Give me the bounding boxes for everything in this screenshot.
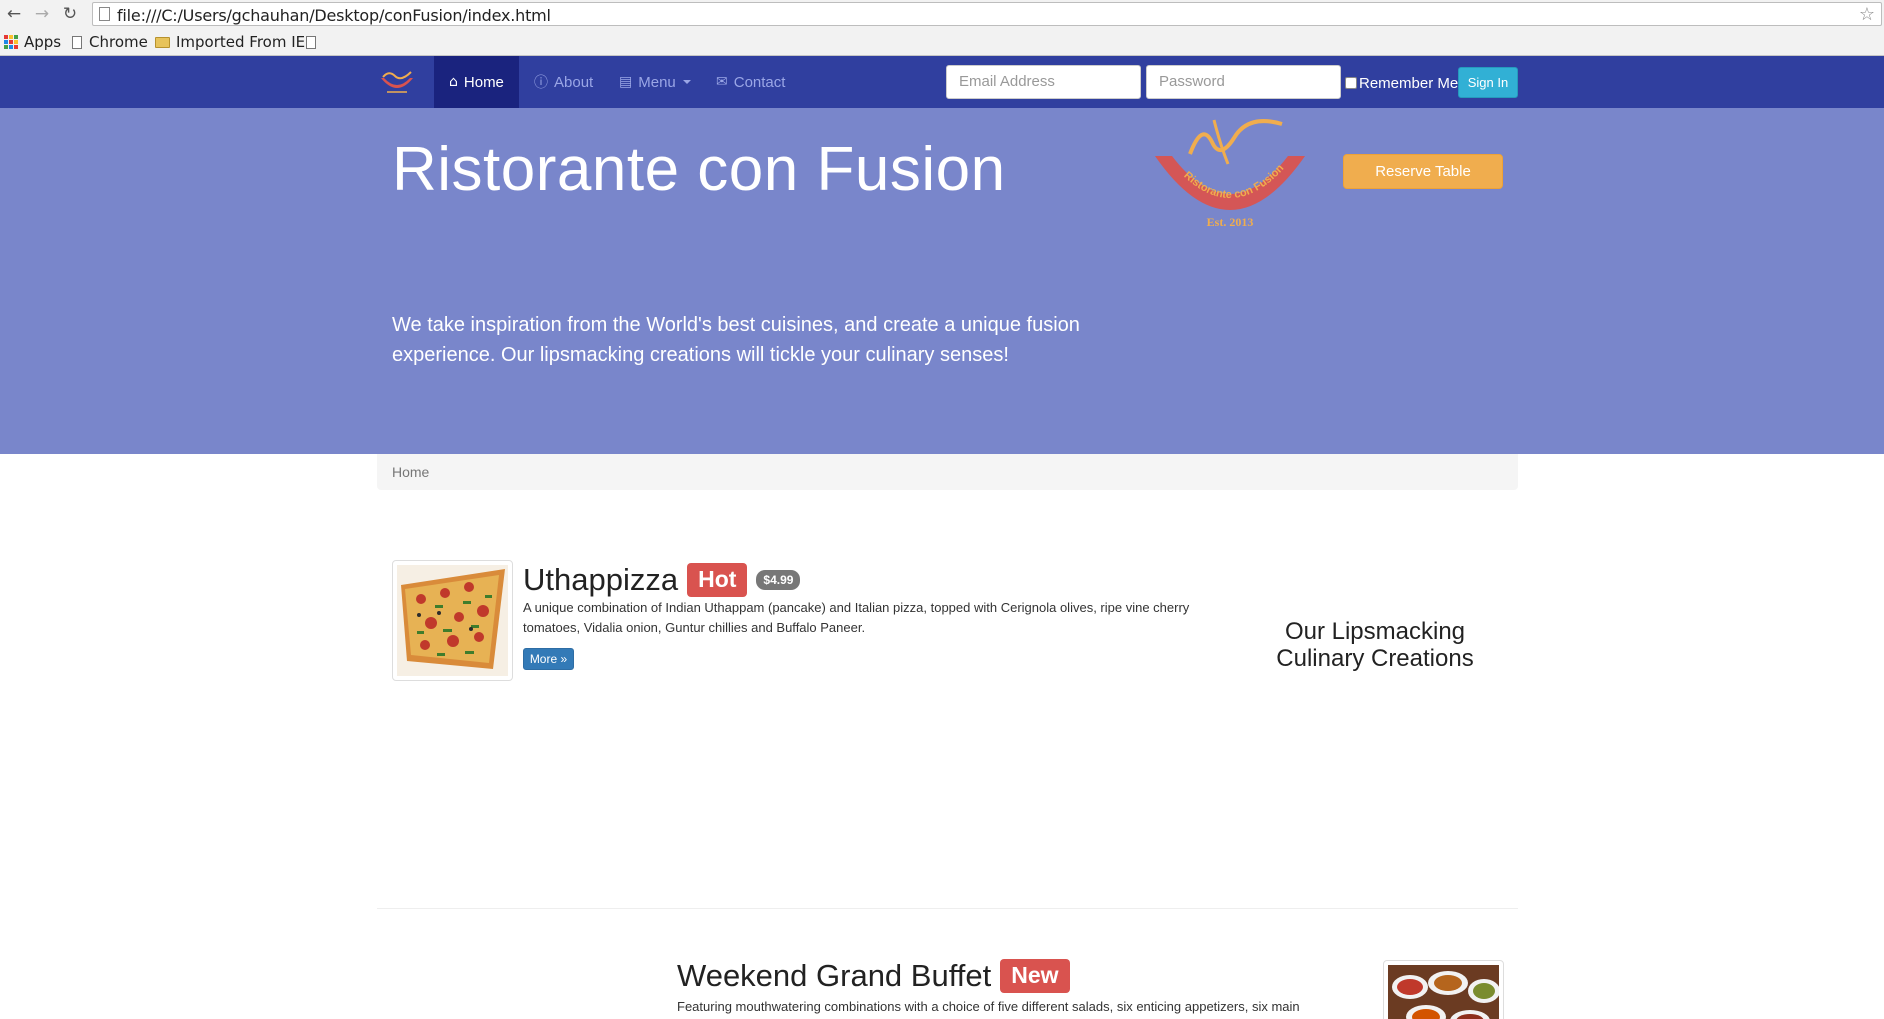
reserve-table-button[interactable]: Reserve Table <box>1343 154 1503 189</box>
remember-checkbox[interactable] <box>1345 77 1357 89</box>
nav-about[interactable]: ⓘ About <box>534 56 593 108</box>
dish-title: Uthappizza <box>523 562 679 597</box>
bookmark-label: Apps <box>24 33 62 51</box>
uthappizza-image[interactable] <box>392 560 513 681</box>
page-icon <box>99 7 110 21</box>
bookmark-untitled[interactable] <box>306 32 323 52</box>
back-arrow-icon[interactable]: ← <box>4 4 24 24</box>
bookmark-label: Imported From IE <box>176 33 306 51</box>
browser-toolbar: ← → ↻ file:///C:/Users/gchauhan/Desktop/… <box>0 0 1884 28</box>
hot-label: Hot <box>687 563 748 597</box>
nav-label: About <box>554 73 594 91</box>
home-icon: ⌂ <box>449 74 458 90</box>
dish-heading: Uthappizza Hot $4.99 <box>523 558 801 602</box>
promotion-title: Weekend Grand Buffet <box>677 958 992 993</box>
info-icon: ⓘ <box>534 75 548 91</box>
reload-icon[interactable]: ↻ <box>60 4 80 24</box>
jumbotron: Ristorante con Fusion Ristorante con Fus… <box>0 108 1884 454</box>
nav-label: Menu <box>638 73 676 91</box>
tagline: We take inspiration from the World's bes… <box>392 314 1080 366</box>
new-label: New <box>1000 959 1070 993</box>
more-button[interactable]: More » <box>523 648 574 670</box>
site-navbar: ⌂ Home ⓘ About ▤ Menu ✉ Contact Email Ad… <box>0 56 1884 108</box>
nav-label: Home <box>463 73 504 91</box>
breadcrumb: Home <box>377 454 1518 490</box>
section-heading: Our Lipsmacking Culinary Creations <box>1276 618 1474 672</box>
bookmarks-bar: Apps Chrome Imported From IE <box>0 28 1884 56</box>
row-divider <box>377 908 1518 909</box>
nav-label: Contact <box>733 73 786 91</box>
nav-home[interactable]: ⌂ Home <box>434 56 519 108</box>
pizza-image-icon <box>397 565 508 676</box>
page-icon <box>306 35 316 49</box>
list-icon: ▤ <box>619 74 633 90</box>
logo-est-text: Est. 2013 <box>1207 215 1254 229</box>
folder-icon <box>155 36 170 48</box>
bookmark-imported-from-ie[interactable]: Imported From IE <box>155 32 305 52</box>
breadcrumb-home: Home <box>392 464 430 480</box>
forward-arrow-icon[interactable]: → <box>32 4 52 24</box>
remember-me[interactable]: Remember Me <box>1345 74 1459 92</box>
bookmark-chrome[interactable]: Chrome <box>72 32 148 52</box>
address-bar[interactable]: file:///C:/Users/gchauhan/Desktop/conFus… <box>92 2 1882 26</box>
envelope-icon: ✉ <box>716 74 728 90</box>
email-input[interactable]: Email Address <box>946 65 1141 99</box>
promotion-heading: Weekend Grand Buffet New <box>677 955 1070 997</box>
price-badge: $4.99 <box>756 570 801 590</box>
sign-in-button[interactable]: Sign In <box>1458 67 1518 98</box>
nav-menu-dropdown[interactable]: ▤ Menu <box>619 56 691 108</box>
bookmark-apps[interactable]: Apps <box>4 32 61 52</box>
remember-label: Remember Me <box>1359 74 1459 92</box>
dish-description: A unique combination of Indian Uthappam … <box>523 600 1190 635</box>
bookmark-star-icon[interactable]: ☆ <box>1859 4 1875 25</box>
promotion-description: Featuring mouthwatering combinations wit… <box>677 999 1300 1014</box>
buffet-image[interactable] <box>1383 960 1504 1019</box>
page-title: Ristorante con Fusion <box>392 135 1006 204</box>
restaurant-logo-icon: Ristorante con Fusion Est. 2013 <box>1155 119 1305 229</box>
apps-grid-icon <box>4 35 18 49</box>
page-icon <box>72 35 82 49</box>
buffet-image-icon <box>1388 965 1500 1019</box>
caret-down-icon <box>682 80 691 84</box>
password-input[interactable]: Password <box>1146 65 1341 99</box>
nav-contact[interactable]: ✉ Contact <box>716 56 785 108</box>
url-text[interactable]: file:///C:/Users/gchauhan/Desktop/conFus… <box>117 6 551 25</box>
bookmark-label: Chrome <box>89 33 148 51</box>
brand-logo-icon[interactable] <box>377 68 417 98</box>
